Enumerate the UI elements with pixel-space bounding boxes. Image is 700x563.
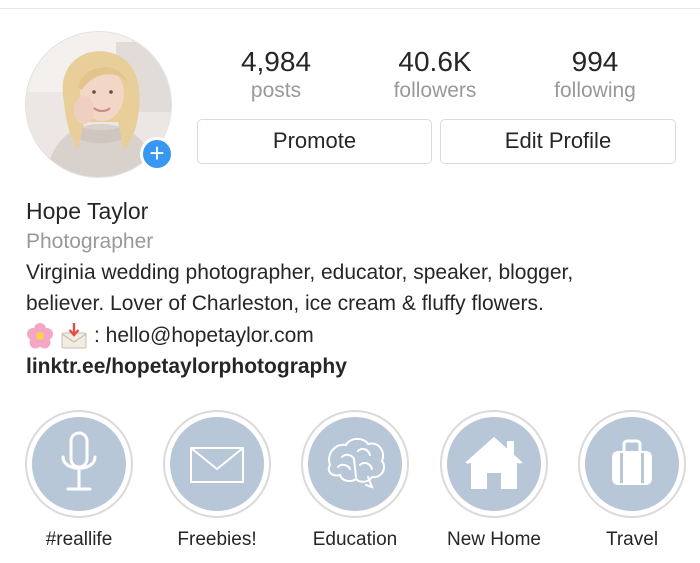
microphone-icon — [61, 431, 97, 491]
suitcase-icon — [612, 439, 652, 485]
posts-stat[interactable]: 4,984 posts — [211, 45, 341, 103]
highlight-ring — [578, 410, 686, 518]
brain-icon — [327, 437, 386, 489]
highlight-education[interactable]: Education — [300, 410, 410, 552]
cherry-blossom-icon — [27, 323, 53, 349]
following-count: 994 — [571, 46, 619, 77]
following-label: following — [554, 79, 636, 102]
highlight-ring — [25, 410, 133, 518]
highlight-label: New Home — [447, 529, 541, 550]
envelope-with-arrow-icon — [61, 323, 87, 349]
posts-label: posts — [250, 79, 302, 102]
highlight-ring — [163, 410, 271, 518]
highlight-reallife[interactable]: #reallife — [24, 410, 134, 552]
bio-line-1: Virginia wedding photographer, educator,… — [26, 261, 574, 284]
bio-line-2: believer. Lover of Charleston, ice cream… — [26, 292, 544, 315]
followers-stat[interactable]: 40.6K followers — [370, 45, 500, 103]
highlight-ring — [440, 410, 548, 518]
following-stat[interactable]: 994 following — [530, 45, 660, 103]
profile-category: Photographer — [26, 230, 154, 253]
followers-count: 40.6K — [398, 46, 472, 77]
top-divider — [0, 8, 700, 9]
promote-button[interactable]: Promote — [197, 119, 432, 164]
highlight-new-home[interactable]: New Home — [439, 410, 549, 552]
posts-count: 4,984 — [240, 46, 312, 77]
profile-name: Hope Taylor — [26, 198, 149, 224]
highlight-label: Travel — [605, 529, 659, 550]
highlight-freebies[interactable]: Freebies! — [162, 410, 272, 552]
contact-email[interactable]: : hello@hopetaylor.com — [94, 323, 314, 349]
highlight-label: Freebies! — [177, 529, 257, 550]
bio-link[interactable]: linktr.ee/hopetaylorphotography — [26, 354, 347, 380]
followers-label: followers — [393, 79, 477, 102]
envelope-icon — [190, 447, 244, 483]
bio-contact-line: : hello@hopetaylor.com — [26, 322, 314, 350]
highlight-label: Education — [312, 529, 398, 550]
highlight-label: #reallife — [45, 529, 113, 550]
edit-profile-button[interactable]: Edit Profile — [440, 119, 676, 164]
house-icon — [465, 436, 523, 489]
highlight-travel[interactable]: Travel — [577, 410, 687, 552]
add-story-button[interactable]: + — [140, 137, 174, 171]
highlight-ring — [301, 410, 409, 518]
